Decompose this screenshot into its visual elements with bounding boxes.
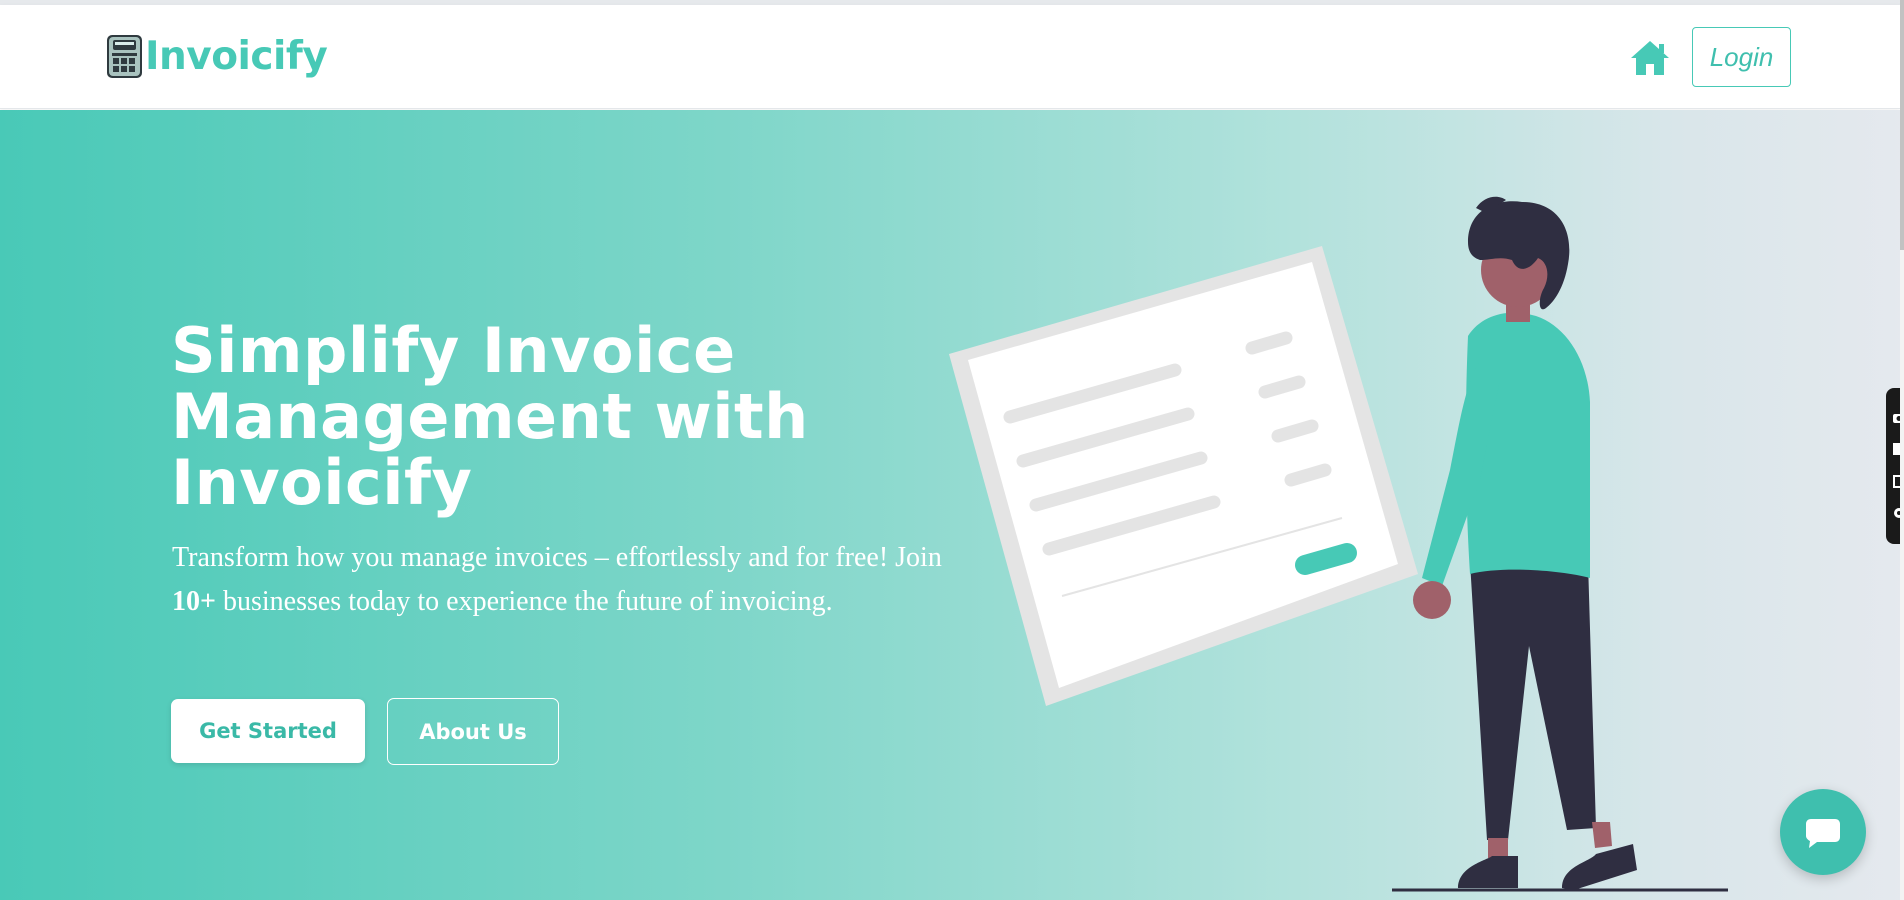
hero-description: Transform how you manage invoices – effo…: [172, 536, 942, 624]
get-started-button[interactable]: Get Started: [171, 699, 365, 763]
chat-bubble-icon: [1806, 819, 1840, 848]
hero-description-start: Transform how you manage invoices – effo…: [172, 542, 942, 573]
invoice-sheet: [949, 246, 1418, 706]
person: [1392, 196, 1728, 892]
home-button[interactable]: [1628, 38, 1672, 78]
chat-button[interactable]: [1780, 789, 1866, 875]
navbar: Invoicify Login: [0, 5, 1900, 109]
login-button[interactable]: Login: [1692, 27, 1791, 87]
home-icon: [1631, 41, 1669, 75]
hero-description-end: businesses today to experience the futur…: [215, 586, 833, 617]
about-us-button[interactable]: About Us: [387, 698, 559, 765]
scrollbar-thumb[interactable]: [1900, 0, 1904, 250]
business-count: 10+: [172, 586, 216, 617]
hero-title: Simplify Invoice Management with Invoici…: [171, 314, 809, 519]
brand[interactable]: Invoicify: [106, 34, 328, 79]
brand-name: Invoicify: [145, 34, 328, 79]
invoice-calculator-logo-icon: [107, 35, 142, 78]
person-holding-invoice-illustration: [949, 196, 1728, 892]
